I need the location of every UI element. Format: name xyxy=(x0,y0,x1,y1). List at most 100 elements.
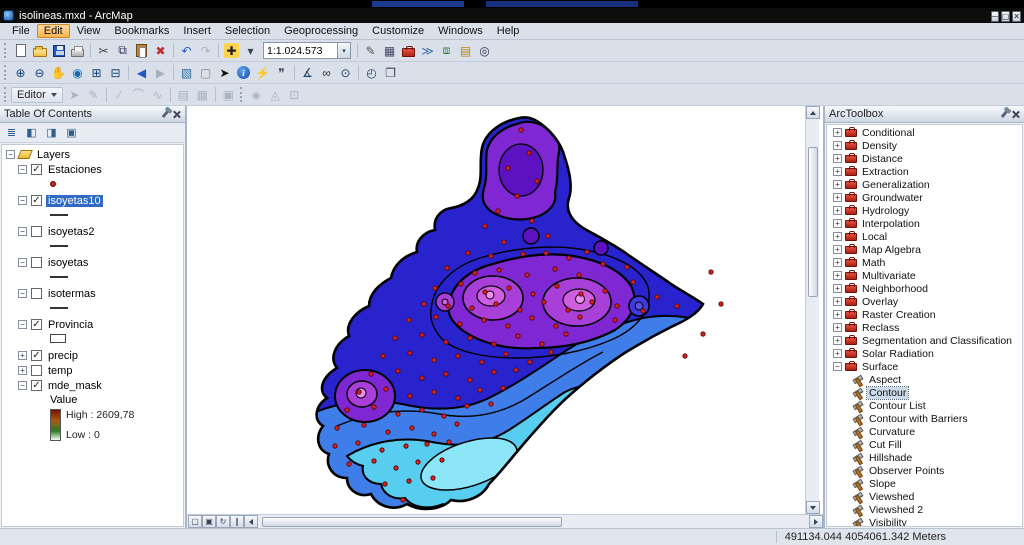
map-viewport[interactable] xyxy=(187,106,805,514)
menu-file[interactable]: File xyxy=(5,24,37,38)
zoom-in-icon[interactable]: ⊕ xyxy=(11,63,30,82)
collapse-icon[interactable]: − xyxy=(6,150,15,159)
menu-help[interactable]: Help xyxy=(490,24,527,38)
select-elements-icon[interactable]: ➤ xyxy=(215,63,234,82)
redo-icon[interactable]: ↷ xyxy=(196,41,215,60)
toolbox-label[interactable]: Groundwater xyxy=(860,192,925,204)
tool-item-contour-list[interactable]: Contour List xyxy=(827,399,1022,412)
toolbox-item-neighborhood[interactable]: +Neighborhood xyxy=(827,282,1022,295)
expand-icon[interactable]: + xyxy=(833,297,842,306)
trace-tool-icon[interactable]: ∿ xyxy=(148,85,167,104)
delete-icon[interactable]: ✖ xyxy=(151,41,170,60)
create-features-icon[interactable]: ▣ xyxy=(219,85,238,104)
layer-item-mde_mask[interactable]: −✓mde_mask xyxy=(2,378,183,393)
toolbox-item-surface[interactable]: −Surface xyxy=(827,360,1022,373)
expand-icon[interactable]: + xyxy=(833,206,842,215)
list-by-visibility-icon[interactable]: ◨ xyxy=(43,124,60,141)
collapse-icon[interactable]: − xyxy=(18,289,27,298)
toolbox-label[interactable]: Hydrology xyxy=(860,205,911,217)
expand-icon[interactable]: + xyxy=(833,193,842,202)
save-icon[interactable] xyxy=(49,41,68,60)
scroll-down-button[interactable] xyxy=(806,501,820,514)
scale-dropdown-arrow[interactable]: ▾ xyxy=(337,43,350,58)
tool-item-slope[interactable]: Slope xyxy=(827,477,1022,490)
fixed-zoom-in-icon[interactable]: ⊞ xyxy=(87,63,106,82)
tool-label[interactable]: Hillshade xyxy=(867,452,914,464)
tool-item-viewshed-2[interactable]: Viewshed 2 xyxy=(827,503,1022,516)
expand-icon[interactable]: + xyxy=(833,271,842,280)
layer-label[interactable]: temp xyxy=(46,365,74,377)
arctoolbox-window-icon[interactable] xyxy=(399,41,418,60)
toolbox-item-segmentation-and-classification[interactable]: +Segmentation and Classification xyxy=(827,334,1022,347)
sketch-tool-icon[interactable]: ✎ xyxy=(84,85,103,104)
search-window-icon[interactable]: ◎ xyxy=(475,41,494,60)
sketch-properties-icon[interactable]: ▦ xyxy=(193,85,212,104)
menu-edit[interactable]: Edit xyxy=(37,24,70,38)
back-extent-icon[interactable]: ◀ xyxy=(132,63,151,82)
toolbox-label[interactable]: Distance xyxy=(860,153,905,165)
toolbox-label[interactable]: Local xyxy=(860,231,889,243)
toolbar-grip[interactable] xyxy=(240,87,243,102)
collapse-icon[interactable]: − xyxy=(18,227,27,236)
toolbox-item-reclass[interactable]: +Reclass xyxy=(827,321,1022,334)
menu-view[interactable]: View xyxy=(70,24,108,38)
paste-icon[interactable] xyxy=(132,41,151,60)
toolbox-item-extraction[interactable]: +Extraction xyxy=(827,165,1022,178)
tool-label[interactable]: Viewshed 2 xyxy=(867,504,925,516)
tool-label[interactable]: Slope xyxy=(867,478,898,490)
toolbox-label[interactable]: Segmentation and Classification xyxy=(860,335,1014,347)
toolbox-label[interactable]: Interpolation xyxy=(860,218,922,230)
toolbox-item-multivariate[interactable]: +Multivariate xyxy=(827,269,1022,282)
layer-checkbox[interactable]: ✓ xyxy=(31,319,42,330)
expand-icon[interactable]: + xyxy=(833,349,842,358)
close-icon[interactable] xyxy=(1011,110,1020,119)
toolbox-label[interactable]: Map Algebra xyxy=(860,244,923,256)
layer-label[interactable]: isotermas xyxy=(46,288,98,300)
edit-tool-icon[interactable]: ✎ xyxy=(361,41,380,60)
editor-menu-button[interactable]: Editor xyxy=(11,87,63,103)
undo-icon[interactable]: ↶ xyxy=(177,41,196,60)
select-features-icon[interactable]: ▧ xyxy=(177,63,196,82)
menu-insert[interactable]: Insert xyxy=(176,24,218,38)
expand-icon[interactable]: + xyxy=(833,180,842,189)
expand-icon[interactable]: + xyxy=(833,258,842,267)
expand-icon[interactable]: + xyxy=(833,245,842,254)
tool-label[interactable]: Contour xyxy=(867,387,908,399)
toolbox-label[interactable]: Overlay xyxy=(860,296,900,308)
layout-view-button[interactable]: ▣ xyxy=(202,515,216,528)
toolbox-item-distance[interactable]: +Distance xyxy=(827,152,1022,165)
collapse-icon[interactable]: − xyxy=(18,196,27,205)
layer-label[interactable]: isoyetas10 xyxy=(46,195,103,207)
list-by-source-icon[interactable]: ◧ xyxy=(23,124,40,141)
toolbox-item-map-algebra[interactable]: + Map Algebra xyxy=(827,243,1022,256)
map-scale-combo[interactable]: 1:1.024.573▾ xyxy=(263,42,351,59)
toolbox-label[interactable]: Surface xyxy=(860,361,900,373)
refresh-button[interactable]: ↻ xyxy=(216,515,230,528)
copy-icon[interactable]: ⧉ xyxy=(113,41,132,60)
layer-item-isotermas[interactable]: − isotermas xyxy=(2,286,183,301)
toolbox-item-interpolation[interactable]: +Interpolation xyxy=(827,217,1022,230)
snapping-icon[interactable]: ◈ xyxy=(247,85,266,104)
toolbar-grip[interactable] xyxy=(4,65,7,80)
model-builder-icon[interactable]: ⧈ xyxy=(437,41,456,60)
tool-label[interactable]: Observer Points xyxy=(867,465,946,477)
cut-icon[interactable]: ✂ xyxy=(94,41,113,60)
scroll-right-button[interactable] xyxy=(809,515,823,528)
toolbox-label[interactable]: Neighborhood xyxy=(860,283,930,295)
add-data-dropdown-icon[interactable]: ▾ xyxy=(241,41,260,60)
layer-item-temp[interactable]: +temp xyxy=(2,363,183,378)
toolbox-item-density[interactable]: +Density xyxy=(827,139,1022,152)
toolbox-label[interactable]: Generalization xyxy=(860,179,932,191)
toolbox-label[interactable]: Extraction xyxy=(860,166,911,178)
print-icon[interactable] xyxy=(68,41,87,60)
layer-label[interactable]: isoyetas xyxy=(46,257,90,269)
pause-drawing-button[interactable]: ∥ xyxy=(230,515,244,528)
layer-item-isoyetas[interactable]: −isoyetas xyxy=(2,255,183,270)
open-folder-icon[interactable] xyxy=(30,41,49,60)
toolbox-item-groundwater[interactable]: + Groundwater xyxy=(827,191,1022,204)
layer-label[interactable]: mde_mask xyxy=(46,380,104,392)
edit-arrow-icon[interactable]: ➤ xyxy=(65,85,84,104)
toolbox-item-raster-creation[interactable]: +Raster Creation xyxy=(827,308,1022,321)
hyperlink-icon[interactable]: ⚡ xyxy=(253,63,272,82)
tool-label[interactable]: Contour with Barriers xyxy=(867,413,970,425)
